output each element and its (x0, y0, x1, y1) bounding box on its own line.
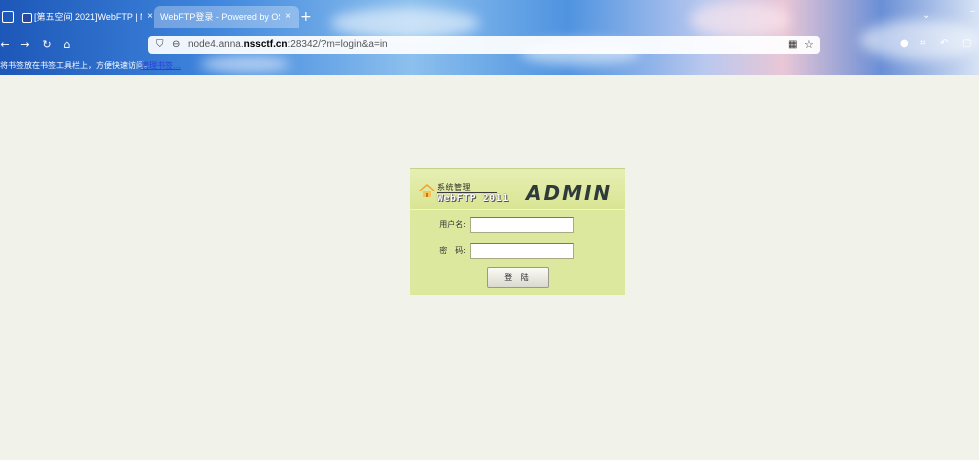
lock-icon[interactable]: ⊖ (172, 36, 180, 54)
password-input[interactable] (470, 243, 574, 259)
star-icon[interactable]: ☆ (804, 36, 814, 54)
tab-strip: [第五空间 2021]WebFTP | NSS × WebFTP登录 - Pow… (0, 0, 979, 34)
bookmark-hint: 将书签放在书签工具栏上，方便快速访问。 (0, 61, 152, 70)
login-panel: 系统管理 WebFTP 2011 ADMIN 用户名: 密 码: 登 陆 (410, 168, 625, 295)
close-icon[interactable]: × (282, 6, 294, 28)
home-icon[interactable]: ⌂ (60, 36, 74, 54)
site-favicon-icon (22, 13, 32, 23)
minimize-icon[interactable]: – (970, 6, 975, 17)
password-row: 密 码: (410, 243, 625, 261)
menu-icon[interactable]: ▢ (962, 38, 971, 49)
tab-webftp-login[interactable]: WebFTP登录 - Powered by OSD × (154, 6, 299, 28)
url-text[interactable]: node4.anna.nssctf.cn:28342/?m=login&a=in (188, 36, 388, 54)
username-label: 用户名: (439, 220, 466, 229)
login-header: 系统管理 WebFTP 2011 ADMIN (410, 169, 625, 210)
admin-logo: ADMIN (526, 181, 613, 205)
reload-icon[interactable]: ↻ (40, 36, 54, 54)
url-suffix: :28342/?m=login&a=in (287, 39, 388, 50)
chevron-down-icon[interactable]: ⌄ (922, 10, 930, 21)
tab-overview-icon[interactable] (2, 11, 14, 23)
address-bar[interactable]: ⛉ ⊖ node4.anna.nssctf.cn:28342/?m=login&… (148, 36, 820, 54)
extension-icon[interactable]: ● (900, 38, 909, 49)
crop-icon[interactable]: ⌗ (920, 38, 926, 49)
tab-nssctf[interactable]: [第五空间 2021]WebFTP | NSS × (16, 6, 161, 28)
forward-icon[interactable]: → (18, 36, 32, 54)
browser-chrome: [第五空间 2021]WebFTP | NSS × WebFTP登录 - Pow… (0, 0, 979, 75)
login-button[interactable]: 登 陆 (487, 267, 549, 288)
undo-icon[interactable]: ↶ (940, 38, 948, 49)
username-input[interactable] (470, 217, 574, 233)
house-icon (419, 184, 435, 197)
back-icon[interactable]: ← (0, 36, 12, 54)
manage-bookmarks-link[interactable]: 管理书签… (141, 60, 181, 71)
qr-code-icon[interactable]: ▦ (788, 36, 797, 54)
password-label: 密 码: (439, 246, 466, 255)
tab-title: [第五空间 2021]WebFTP | NSS (34, 12, 142, 22)
plus-icon[interactable]: + (300, 9, 312, 25)
tab-title: WebFTP登录 - Powered by OSD (160, 12, 280, 22)
url-domain: nssctf.cn (243, 39, 288, 50)
url-prefix: node4.anna. (188, 39, 244, 50)
bookmark-bar: 将书签放在书签工具栏上，方便快速访问。 管理书签… (0, 58, 979, 75)
shield-icon[interactable]: ⛉ (156, 36, 164, 54)
brand-product: WebFTP 2011 (437, 193, 509, 204)
username-row: 用户名: (410, 217, 625, 235)
